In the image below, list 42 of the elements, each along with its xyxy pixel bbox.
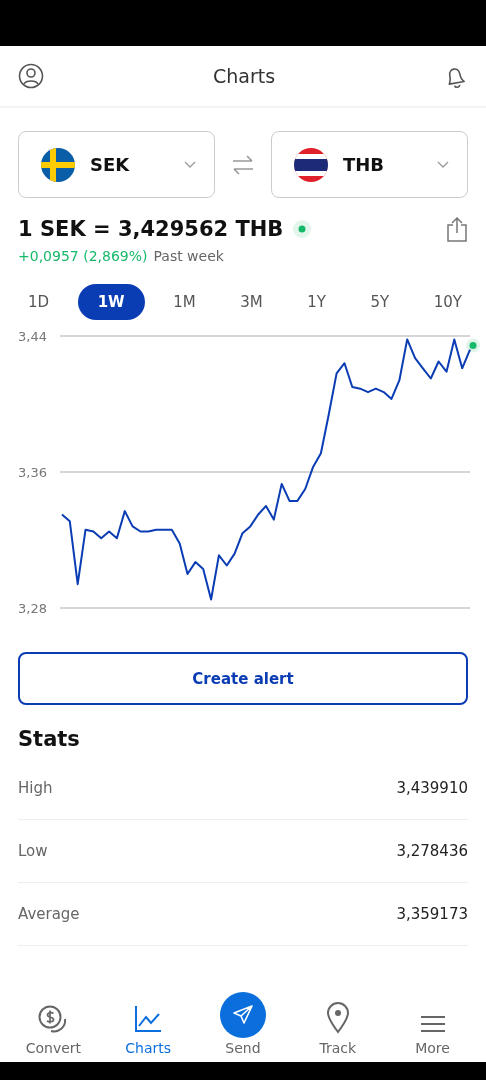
range-tab[interactable]: 1W <box>77 284 145 320</box>
nav-tab[interactable]: More <box>387 984 478 1056</box>
nav-tab[interactable]: Charts <box>103 984 194 1056</box>
location-pin-icon <box>325 1002 350 1034</box>
currency-selector[interactable]: SEK <box>18 131 215 198</box>
line-chart-icon <box>133 1004 164 1034</box>
period-label: Past week <box>153 248 224 264</box>
stat-label: Average <box>18 905 80 923</box>
chart-end-marker <box>466 338 480 353</box>
axis-label: 3,28 <box>18 601 47 616</box>
chevron-down-icon <box>184 161 196 168</box>
create-alert-button[interactable]: Create alert <box>18 652 468 705</box>
profile-icon[interactable] <box>18 63 44 89</box>
stat-label: High <box>18 779 53 797</box>
range-tab[interactable]: 1D <box>12 284 66 320</box>
currency-selector[interactable]: THB <box>271 131 468 198</box>
range-tab[interactable]: 3M <box>224 284 279 320</box>
chevron-down-icon <box>437 161 449 168</box>
stat-label: Low <box>18 842 48 860</box>
range-tab[interactable]: 1M <box>157 284 212 320</box>
section-title: Stats <box>18 727 81 751</box>
swap-icon[interactable] <box>231 153 255 176</box>
nav-tab[interactable]: Track <box>292 984 383 1056</box>
stat-value: 3,278436 <box>396 842 468 860</box>
range-tab[interactable]: 1Y <box>291 284 342 320</box>
flag-icon <box>41 147 75 182</box>
nav-tab[interactable]: Convert <box>8 984 99 1056</box>
live-dot-icon <box>293 220 312 238</box>
send-button[interactable]: Send <box>198 984 288 1056</box>
stat-value: 3,359173 <box>396 905 468 923</box>
axis-label: 3,44 <box>18 329 47 344</box>
range-tab[interactable]: 10Y <box>417 284 478 320</box>
send-icon <box>220 992 266 1038</box>
rate-change: +0,0957 (2,869%) <box>18 248 148 264</box>
menu-icon <box>419 1014 446 1034</box>
screen-title: Charts <box>212 65 276 87</box>
share-icon[interactable] <box>446 216 468 242</box>
flag-icon <box>294 147 328 182</box>
range-tab[interactable]: 5Y <box>354 284 406 320</box>
exchange-rate: 1 SEK = 3,429562 THB <box>18 217 284 241</box>
stat-value: 3,439910 <box>396 779 468 797</box>
axis-label: 3,36 <box>18 465 47 480</box>
